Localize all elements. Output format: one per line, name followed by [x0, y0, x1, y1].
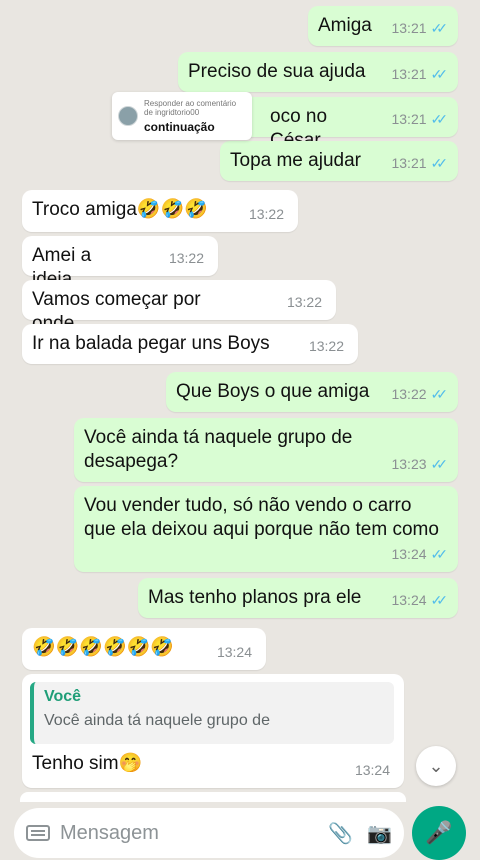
chevron-down-icon: ⌄ — [428, 755, 444, 776]
camera-icon[interactable]: 📷 — [367, 821, 392, 846]
overlay-title: Responder ao comentário de ingridtorio00 — [144, 98, 237, 117]
reply-quote[interactable]: Você Você ainda tá naquele grupo de — [30, 682, 394, 744]
double-check-icon: ✓✓ — [430, 386, 449, 402]
message-bubble[interactable]: Você ainda tá naquele grupo de desapega?… — [74, 418, 458, 482]
double-check-icon: ✓✓ — [430, 20, 449, 36]
message-bubble[interactable]: Mas tenho planos pra ele 13:24 ✓✓ — [138, 578, 458, 618]
keyboard-icon[interactable] — [26, 825, 50, 841]
message-time: 13:22 — [391, 386, 427, 402]
message-time: 13:22 — [286, 294, 322, 310]
overlay-text: Responder ao comentário de ingridtorio00… — [144, 99, 246, 134]
message-time: 13:21 — [391, 111, 427, 127]
message-meta: 13:22 — [309, 334, 344, 358]
message-meta: 13:21 ✓✓ — [391, 151, 448, 175]
message-time: 13:24 — [354, 762, 390, 778]
message-meta: 13:24 — [217, 640, 252, 664]
message-bubble[interactable]: Troco amiga🤣🤣🤣 13:22 — [22, 190, 298, 232]
message-time: 13:24 — [216, 644, 252, 660]
message-meta: 13:24 ✓✓ — [391, 542, 448, 566]
double-check-icon: ✓✓ — [430, 456, 449, 472]
message-bubble[interactable]: Vou vender tudo, só não vendo o carro qu… — [74, 486, 458, 572]
message-time: 13:21 — [391, 155, 427, 171]
avatar — [118, 106, 138, 126]
message-time: 13:24 — [391, 546, 427, 562]
message-time: 13:22 — [308, 338, 344, 354]
message-meta: 13:23 ✓✓ — [391, 452, 448, 476]
message-bubble[interactable]: Topa me ajudar 13:21 ✓✓ — [220, 141, 458, 181]
message-meta: 13:24 ✓✓ — [391, 588, 448, 612]
quote-text: Você ainda tá naquele grupo de — [44, 712, 270, 729]
message-meta: 13:22 — [287, 290, 322, 314]
mic-button[interactable]: 🎤 — [412, 806, 466, 860]
message-time: 13:23 — [391, 456, 427, 472]
message-time: 13:21 — [391, 66, 427, 82]
message-text: Ir na balada pegar uns Boys — [32, 333, 270, 354]
double-check-icon: ✓✓ — [430, 155, 449, 171]
message-input[interactable]: Mensagem — [60, 822, 314, 845]
message-meta: 13:22 — [249, 202, 284, 226]
double-check-icon: ✓✓ — [430, 592, 449, 608]
quote-author: Você — [44, 688, 82, 705]
message-meta: 13:21 ✓✓ — [391, 62, 448, 86]
double-check-icon: ✓✓ — [430, 111, 449, 127]
message-time: 13:21 — [391, 20, 427, 36]
double-check-icon: ✓✓ — [430, 546, 449, 562]
message-bubble[interactable]: oco no César 13:21✓✓ — [232, 97, 458, 151]
message-time: 13:22 — [248, 206, 284, 222]
message-text: Vou vender tudo, só não vendo o carro qu… — [84, 495, 439, 540]
message-bubble[interactable]: Vamos começar por onde 13:22 — [22, 280, 336, 334]
mic-icon: 🎤 — [425, 820, 453, 845]
message-meta: 13:22 ✓✓ — [391, 382, 448, 406]
overlay-label: continuação — [144, 119, 215, 134]
message-meta: 13:21 ✓✓ — [391, 107, 448, 131]
partial-message-bubble — [20, 792, 406, 802]
message-bubble[interactable]: Amei a ideia 13:22 — [22, 236, 218, 290]
paperclip-icon[interactable]: 📎 — [328, 821, 353, 846]
comment-reply-overlay[interactable]: Responder ao comentário de ingridtorio00… — [112, 92, 252, 140]
double-check-icon: ✓✓ — [430, 66, 449, 82]
message-time: 13:22 — [168, 250, 204, 266]
message-text: Tenho sim🤭 — [32, 753, 143, 774]
scroll-down-button[interactable]: ⌄ — [416, 746, 456, 786]
message-meta: 13:21 ✓✓ — [391, 16, 448, 40]
message-bubble[interactable]: Preciso de sua ajuda 13:21 ✓✓ — [178, 52, 458, 92]
message-bubble[interactable]: Ir na balada pegar uns Boys 13:22 — [22, 324, 358, 364]
message-time: 13:24 — [391, 592, 427, 608]
message-meta: 13:22 — [169, 246, 204, 270]
message-meta: 13:24 — [355, 758, 390, 782]
message-bubble[interactable]: 🤣🤣🤣🤣🤣🤣 13:24 — [22, 628, 266, 670]
message-bubble[interactable]: Que Boys o que amiga 13:22 ✓✓ — [166, 372, 458, 412]
chat-area: Amiga 13:21 ✓✓ Preciso de sua ajuda 13:21… — [0, 0, 480, 860]
message-bubble[interactable]: Amiga 13:21 ✓✓ — [308, 6, 458, 46]
message-input-bar[interactable]: Mensagem 📎 📷 — [14, 808, 404, 858]
